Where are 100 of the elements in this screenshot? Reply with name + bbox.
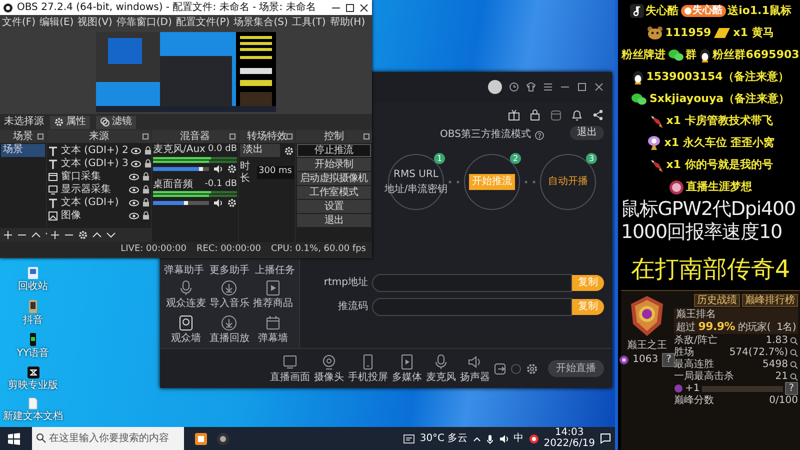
- download-icon[interactable]: [221, 314, 238, 330]
- menu-item[interactable]: 视图(V): [76, 16, 114, 28]
- card-button[interactable]: 巅峰排行榜: [742, 294, 798, 308]
- play-icon[interactable]: [265, 280, 282, 296]
- box-icon[interactable]: [550, 109, 562, 121]
- source-name[interactable]: 显示器采集: [61, 184, 126, 196]
- search-icon[interactable]: [790, 348, 798, 357]
- sidebar-tab[interactable]: 更多助手: [210, 264, 250, 276]
- menu-item[interactable]: 帮助(H): [328, 16, 368, 28]
- control-button[interactable]: 退出: [297, 214, 371, 227]
- menu-item[interactable]: 停靠窗口(D): [114, 16, 174, 28]
- visibility-icon[interactable]: [129, 212, 139, 220]
- sidebar-tab[interactable]: 上播任务: [255, 264, 295, 276]
- close-icon[interactable]: [594, 82, 604, 92]
- source-name[interactable]: 图像: [61, 210, 126, 222]
- exit-button[interactable]: 退出: [570, 126, 604, 140]
- undock-icon[interactable]: [37, 133, 44, 140]
- app-tray-icon[interactable]: [528, 434, 539, 444]
- tool-label[interactable]: 直播回放: [209, 332, 250, 344]
- exit-icon[interactable]: [494, 362, 506, 374]
- gear-icon[interactable]: [227, 164, 237, 174]
- speaker-icon[interactable]: [498, 434, 509, 444]
- visibility-icon[interactable]: [129, 198, 139, 206]
- menu-item[interactable]: 编辑(E): [38, 16, 76, 28]
- clock-time[interactable]: 14:03: [554, 428, 584, 438]
- scene-item[interactable]: 场景: [1, 144, 45, 157]
- phone-icon[interactable]: [29, 332, 37, 347]
- lock-icon[interactable]: [142, 211, 150, 220]
- download-icon[interactable]: [221, 280, 238, 296]
- tool-label[interactable]: 摄像头: [314, 372, 344, 384]
- move-up-icon[interactable]: [31, 230, 41, 240]
- speaker-icon[interactable]: [213, 198, 223, 208]
- visibility-icon[interactable]: [131, 146, 142, 154]
- tool-label[interactable]: 导入音乐: [209, 298, 250, 310]
- camera-icon[interactable]: [321, 354, 337, 370]
- undock-icon[interactable]: [142, 133, 149, 140]
- notification-icon[interactable]: [600, 433, 611, 444]
- tool-label[interactable]: 弹幕墙: [258, 332, 288, 344]
- search-icon[interactable]: [790, 372, 798, 381]
- add-icon[interactable]: [3, 230, 13, 240]
- gear-icon[interactable]: [284, 146, 294, 156]
- lock-icon[interactable]: [142, 172, 150, 181]
- visibility-icon[interactable]: [131, 160, 142, 168]
- id-card-icon[interactable]: [178, 314, 194, 330]
- speaker-icon[interactable]: [467, 354, 483, 370]
- ime-indicator[interactable]: 中: [514, 432, 524, 444]
- transition-select[interactable]: 淡出: [240, 144, 280, 157]
- start-live-button[interactable]: 开始直播: [548, 360, 604, 378]
- tool-label[interactable]: 扬声器: [460, 372, 490, 384]
- tool-label[interactable]: 推荐商品: [253, 298, 294, 310]
- lock-icon[interactable]: [144, 146, 151, 155]
- move-up-icon[interactable]: [92, 230, 102, 240]
- maximize-icon[interactable]: [345, 2, 355, 12]
- visibility-icon[interactable]: [129, 186, 139, 194]
- help-icon[interactable]: [534, 130, 544, 140]
- gear-icon[interactable]: [227, 198, 237, 208]
- screen-icon[interactable]: [282, 354, 298, 370]
- bell-icon[interactable]: [571, 109, 583, 121]
- close-icon[interactable]: [359, 2, 369, 12]
- windows-logo-icon[interactable]: [8, 432, 20, 444]
- control-button[interactable]: 停止推流: [297, 144, 371, 157]
- menu-item[interactable]: 场景集合(S): [232, 16, 290, 28]
- search-icon[interactable]: [790, 336, 798, 345]
- tool-label[interactable]: 直播画面: [270, 372, 310, 384]
- help-button[interactable]: ?: [784, 382, 798, 396]
- gear-icon[interactable]: [78, 230, 88, 240]
- search-field[interactable]: 在这里输入你要搜索的内容: [32, 427, 184, 450]
- tool-label[interactable]: 多媒体: [392, 372, 422, 384]
- shirt-icon[interactable]: [526, 82, 536, 92]
- undock-icon[interactable]: [229, 133, 236, 140]
- weather-text[interactable]: 30°C 多云: [420, 432, 468, 444]
- control-button[interactable]: 工作室模式: [297, 186, 371, 199]
- maximize-icon[interactable]: [577, 82, 587, 92]
- media-icon[interactable]: [399, 354, 415, 370]
- visibility-icon[interactable]: [129, 172, 139, 180]
- tool-label[interactable]: 手机投屏: [348, 372, 388, 384]
- tool-label[interactable]: 观众连麦: [166, 298, 206, 310]
- control-button[interactable]: 设置: [297, 200, 371, 213]
- settings-icon[interactable]: [526, 362, 538, 374]
- app-icon[interactable]: [216, 432, 230, 446]
- undock-icon[interactable]: [363, 133, 370, 140]
- sidebar-tab[interactable]: 弹幕助手: [164, 264, 204, 276]
- control-button[interactable]: 开始录制: [297, 158, 371, 171]
- undock-icon[interactable]: [286, 133, 293, 140]
- tool-label[interactable]: 观众墙: [170, 332, 201, 344]
- search-icon[interactable]: [790, 360, 798, 369]
- menu-item[interactable]: 文件(F): [0, 16, 38, 28]
- lock-icon[interactable]: [142, 198, 150, 207]
- source-name[interactable]: 文本 (GDI+) 2: [61, 144, 128, 156]
- properties-button[interactable]: 属性: [50, 116, 90, 128]
- source-name[interactable]: 文本 (GDI+) 3: [61, 158, 128, 170]
- lock-icon[interactable]: [144, 159, 151, 168]
- chevron-up-icon[interactable]: [472, 434, 481, 442]
- phone-icon[interactable]: [28, 298, 38, 314]
- card-button[interactable]: 历史战绩: [694, 294, 740, 308]
- menu-item[interactable]: 配置文件(P): [174, 16, 232, 28]
- menu-icon[interactable]: [543, 82, 553, 92]
- source-name[interactable]: 文本 (GDI+): [61, 196, 126, 208]
- speaker-icon[interactable]: [213, 164, 223, 174]
- share-icon[interactable]: [592, 109, 604, 121]
